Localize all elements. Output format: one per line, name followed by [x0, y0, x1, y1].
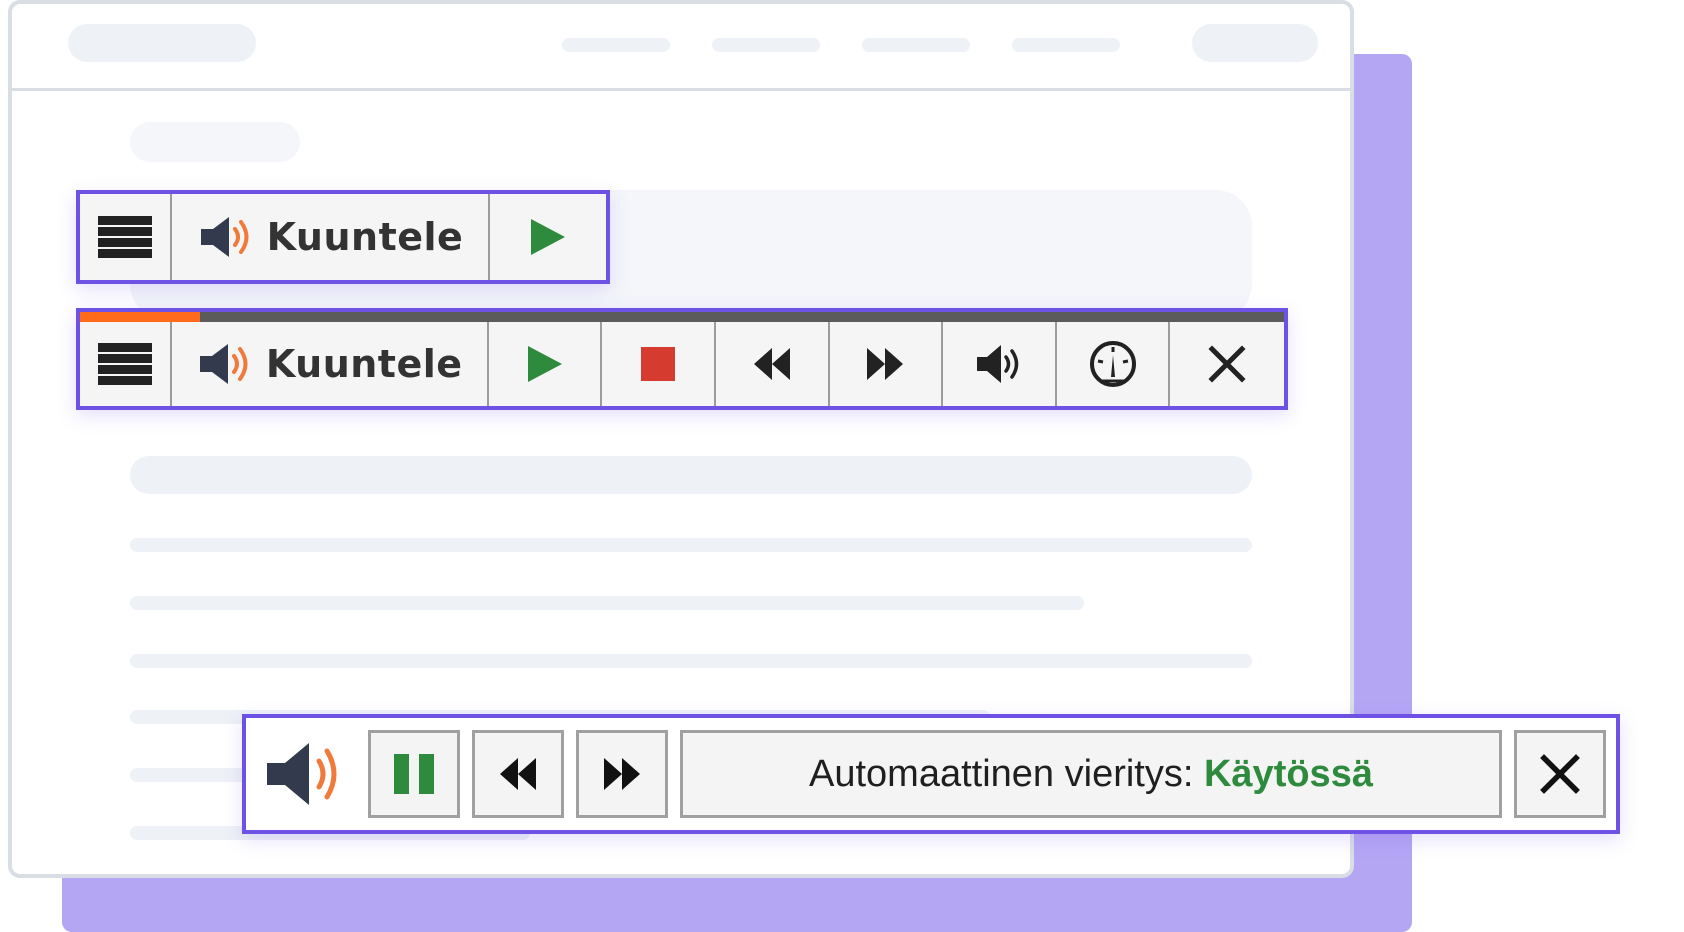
pause-icon: [394, 754, 434, 794]
autoscroll-toggle[interactable]: Automaattinen vieritys: Käytössä: [680, 730, 1502, 818]
fast-forward-icon: [604, 758, 640, 790]
placeholder-logo: [68, 24, 256, 62]
placeholder-nav-link: [562, 38, 670, 52]
browser-topbar: [12, 4, 1350, 91]
placeholder-heading-line: [130, 456, 1252, 494]
rewind-icon: [500, 758, 536, 790]
autoscroll-status: Käytössä: [1203, 752, 1373, 795]
placeholder-button: [1192, 24, 1318, 62]
listen-label: Kuuntele: [265, 342, 463, 386]
hamburger-menu-icon: [98, 216, 152, 258]
hamburger-menu-icon: [97, 343, 152, 385]
speaker-button[interactable]: [256, 724, 356, 824]
play-icon: [531, 219, 565, 255]
play-icon: [527, 346, 562, 382]
speaker-icon: [199, 344, 248, 384]
play-button[interactable]: [488, 322, 603, 406]
volume-button[interactable]: [943, 322, 1057, 406]
listen-button[interactable]: Kuuntele: [171, 322, 489, 406]
placeholder-text-line: [130, 654, 1252, 668]
player-toolbar: Automaattinen vieritys: Käytössä: [242, 714, 1620, 834]
close-button[interactable]: [1170, 322, 1284, 406]
toolbar-buttons-row: Kuuntele: [80, 322, 1284, 406]
close-button[interactable]: [1514, 730, 1606, 818]
pause-button[interactable]: [368, 730, 460, 818]
listen-toolbar-compact: Kuuntele: [76, 190, 610, 284]
rewind-icon: [753, 348, 790, 380]
listen-toolbar-expanded: Kuuntele: [76, 308, 1288, 410]
stop-button[interactable]: [602, 322, 716, 406]
menu-button[interactable]: [80, 322, 172, 406]
rewind-button[interactable]: [715, 322, 830, 406]
speedometer-icon: [1089, 341, 1136, 387]
speaker-icon: [267, 743, 337, 805]
placeholder-text-line: [130, 538, 1252, 552]
progress-bar[interactable]: [80, 312, 1284, 322]
placeholder-text-line: [130, 596, 1084, 610]
fast-forward-icon: [867, 348, 904, 380]
close-icon: [1540, 754, 1580, 794]
menu-button[interactable]: [80, 194, 172, 280]
autoscroll-label: Automaattinen vieritys:: [809, 752, 1194, 795]
placeholder-nav-link: [1012, 38, 1120, 52]
progress-fill: [80, 312, 201, 322]
listen-label: Kuuntele: [266, 215, 464, 259]
stop-icon: [641, 347, 676, 381]
forward-button[interactable]: [576, 730, 668, 818]
speed-button[interactable]: [1056, 322, 1171, 406]
placeholder-nav-link: [862, 38, 970, 52]
rewind-button[interactable]: [472, 730, 564, 818]
close-icon: [1208, 345, 1246, 383]
volume-icon: [976, 345, 1019, 383]
speaker-icon: [200, 217, 249, 257]
placeholder-nav-link: [712, 38, 820, 52]
forward-button[interactable]: [829, 322, 944, 406]
placeholder-breadcrumb: [130, 122, 300, 162]
listen-button[interactable]: Kuuntele: [172, 194, 490, 280]
play-button[interactable]: [490, 194, 606, 280]
